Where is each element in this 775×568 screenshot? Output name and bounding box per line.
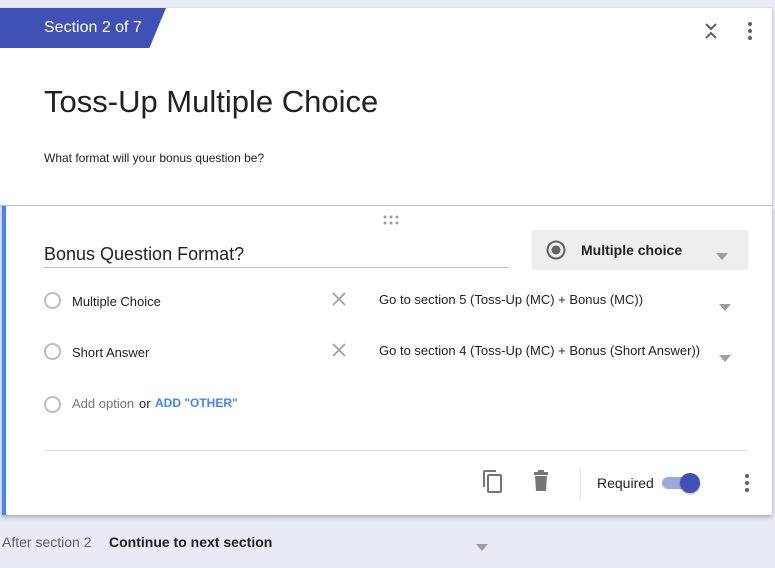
- dropdown-arrow-icon[interactable]: [719, 349, 731, 362]
- duplicate-icon[interactable]: [480, 468, 504, 494]
- toggle-knob: [680, 473, 700, 493]
- add-option-input[interactable]: Add option: [72, 396, 134, 411]
- question-type-label: Multiple choice: [581, 242, 683, 258]
- add-other-link[interactable]: ADD "OTHER": [155, 396, 238, 410]
- close-icon[interactable]: [332, 343, 346, 357]
- radio-icon: [44, 292, 61, 309]
- goto-section-select[interactable]: Go to section 5 (Toss-Up (MC) + Bonus (M…: [379, 292, 643, 307]
- option-row: Short Answer Go to section 4 (Toss-Up (M…: [44, 337, 744, 367]
- option-row: Multiple Choice Go to section 5 (Toss-Up…: [44, 286, 744, 316]
- section-badge: Section 2 of 7: [0, 8, 166, 48]
- option-label[interactable]: Multiple Choice: [72, 294, 161, 309]
- option-label[interactable]: Short Answer: [72, 345, 149, 360]
- section-title[interactable]: Toss-Up Multiple Choice: [44, 84, 378, 120]
- collapse-icon[interactable]: [700, 20, 722, 42]
- radio-icon: [44, 396, 61, 413]
- section-header-card: Section 2 of 7 Toss-Up Multiple Choice W…: [0, 8, 772, 205]
- section-badge-label: Section 2 of 7: [44, 19, 142, 36]
- vertical-divider: [580, 468, 581, 500]
- required-toggle[interactable]: [660, 473, 700, 493]
- required-label: Required: [597, 475, 654, 491]
- after-section-label: After section 2: [2, 534, 92, 550]
- dropdown-arrow-icon[interactable]: [476, 538, 488, 551]
- question-card: Bonus Question Format? Multiple choice M…: [2, 206, 772, 515]
- dropdown-arrow-icon[interactable]: [719, 298, 731, 311]
- footer-divider: [44, 450, 748, 451]
- more-vert-icon[interactable]: [740, 20, 760, 42]
- close-icon[interactable]: [332, 292, 346, 306]
- section-description[interactable]: What format will your bonus question be?: [44, 151, 264, 165]
- dropdown-arrow-icon: [716, 247, 728, 260]
- after-section-select[interactable]: Continue to next section: [109, 534, 272, 550]
- goto-section-select[interactable]: Go to section 4 (Toss-Up (MC) + Bonus (S…: [379, 343, 700, 358]
- drag-handle-icon[interactable]: [382, 212, 400, 225]
- question-type-select[interactable]: Multiple choice: [532, 230, 748, 270]
- radio-icon: [44, 343, 61, 360]
- more-vert-icon[interactable]: [740, 472, 754, 494]
- delete-icon[interactable]: [530, 469, 552, 493]
- or-text: or: [139, 396, 151, 411]
- radio-button-checked-icon: [546, 240, 566, 260]
- add-option-row: Add option or ADD "OTHER": [44, 392, 344, 422]
- question-title-input[interactable]: Bonus Question Format?: [44, 244, 508, 268]
